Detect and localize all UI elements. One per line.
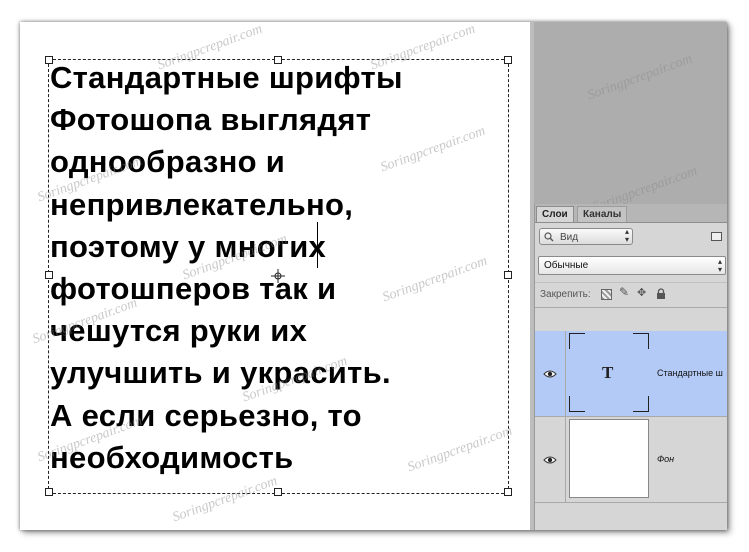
image-filter-icon[interactable] xyxy=(711,232,722,241)
text-caret xyxy=(317,222,318,268)
eye-icon xyxy=(543,456,557,464)
move-icon[interactable]: ✥ xyxy=(637,286,646,299)
layer-row-text[interactable]: T Стандартные ш xyxy=(535,331,727,417)
updown-arrows-icon: ▴ ▾ xyxy=(624,227,629,244)
visibility-toggle[interactable] xyxy=(535,331,566,416)
reference-point-icon xyxy=(271,269,285,283)
lock-label: Закрепить: xyxy=(540,289,591,300)
transform-handle[interactable] xyxy=(274,488,282,496)
text-line: А если серьезно, то xyxy=(50,397,362,433)
text-line: однообразно и xyxy=(50,144,286,180)
layer-name[interactable]: Фон xyxy=(657,454,674,464)
brush-icon[interactable]: ✎ xyxy=(619,285,629,299)
lock-row: Закрепить: ✎ ✥ xyxy=(535,282,727,308)
blend-mode-select[interactable]: Обычные ▴ ▾ xyxy=(538,256,726,275)
transform-handle[interactable] xyxy=(504,488,512,496)
document-canvas[interactable]: Стандартные шрифты Фотошопа выглядят одн… xyxy=(20,22,530,530)
text-line: улучшить и украсить. xyxy=(50,355,391,391)
text-line: чешутся руки их xyxy=(50,313,308,349)
updown-arrows-icon: ▴ ▾ xyxy=(717,257,722,274)
text-line: Стандартные шрифты xyxy=(50,60,403,95)
blend-mode-value: Обычные xyxy=(544,260,589,271)
text-line: непривлекательно, xyxy=(50,186,354,222)
filter-label: Вид xyxy=(560,232,579,243)
text-layer-icon: T xyxy=(602,363,614,382)
text-line: Фотошопа выглядят xyxy=(50,102,372,138)
layer-row-background[interactable]: Фон xyxy=(535,417,727,503)
background-layer-thumbnail[interactable] xyxy=(569,419,649,498)
lock-transparency-icon[interactable] xyxy=(601,289,612,300)
eye-icon xyxy=(543,370,557,378)
text-line: поэтому у многих xyxy=(50,228,327,264)
lock-icon[interactable] xyxy=(656,288,666,300)
text-line: фотошперов так и xyxy=(50,270,337,306)
text-line: необходимость xyxy=(50,439,294,475)
panel-tab-bar: Слои Каналы xyxy=(535,204,727,223)
layers-panel: Слои Каналы Вид ▴ ▾ Обычные ▴ ▾ Закрепить:… xyxy=(534,204,727,530)
visibility-toggle[interactable] xyxy=(535,417,566,502)
tab-layers[interactable]: Слои xyxy=(536,206,574,222)
transform-handle[interactable] xyxy=(45,488,53,496)
text-layer-content[interactable]: Стандартные шрифты Фотошопа выглядят одн… xyxy=(50,57,520,479)
layer-name[interactable]: Стандартные ш xyxy=(657,368,723,378)
tab-channels[interactable]: Каналы xyxy=(577,206,628,222)
text-layer-thumbnail[interactable]: T xyxy=(569,333,649,412)
watermark-text: Soringpcrepair.com xyxy=(585,51,695,104)
layer-filter-select[interactable]: Вид ▴ ▾ xyxy=(539,228,633,245)
search-icon xyxy=(544,232,554,242)
photoshop-window: Стандартные шрифты Фотошопа выглядят одн… xyxy=(20,22,727,530)
